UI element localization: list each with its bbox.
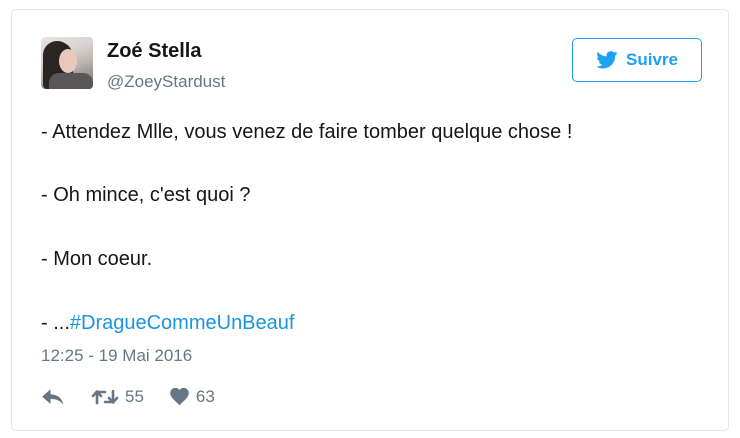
tweet-text-line-4-prefix: - ... [41,312,70,334]
heart-icon [170,388,189,406]
follow-button[interactable]: Suivre [572,38,702,82]
tweet-card: Zoé Stella @ZoeyStardust Suivre - Attend… [11,9,729,431]
tweet-timestamp[interactable]: 12:25 - 19 Mai 2016 [41,346,192,366]
tweet-text-line-4: - ...#DragueCommeUnBeauf [41,312,294,335]
retweet-icon [91,389,119,405]
reply-button[interactable] [41,388,65,406]
tweet-text-line-2: - Oh mince, c'est quoi ? [41,184,251,206]
twitter-bird-icon [596,51,618,69]
author-handle[interactable]: @ZoeyStardust [107,72,225,92]
like-button[interactable]: 63 [170,387,215,407]
author-name[interactable]: Zoé Stella [107,40,201,63]
avatar-shirt [49,73,93,89]
reply-icon [42,389,64,405]
follow-button-label: Suivre [626,50,678,69]
tweet-text-line-1: - Attendez Mlle, vous venez de faire tom… [41,121,573,143]
avatar-face [59,49,77,73]
avatar[interactable] [41,37,93,89]
retweet-button[interactable]: 55 [91,387,144,407]
hashtag-link[interactable]: #DragueCommeUnBeauf [70,312,295,334]
tweet-actions: 55 63 [41,385,215,409]
tweet-text-line-3: - Mon coeur. [41,248,153,270]
retweet-count: 55 [125,387,144,406]
like-count: 63 [195,387,215,406]
